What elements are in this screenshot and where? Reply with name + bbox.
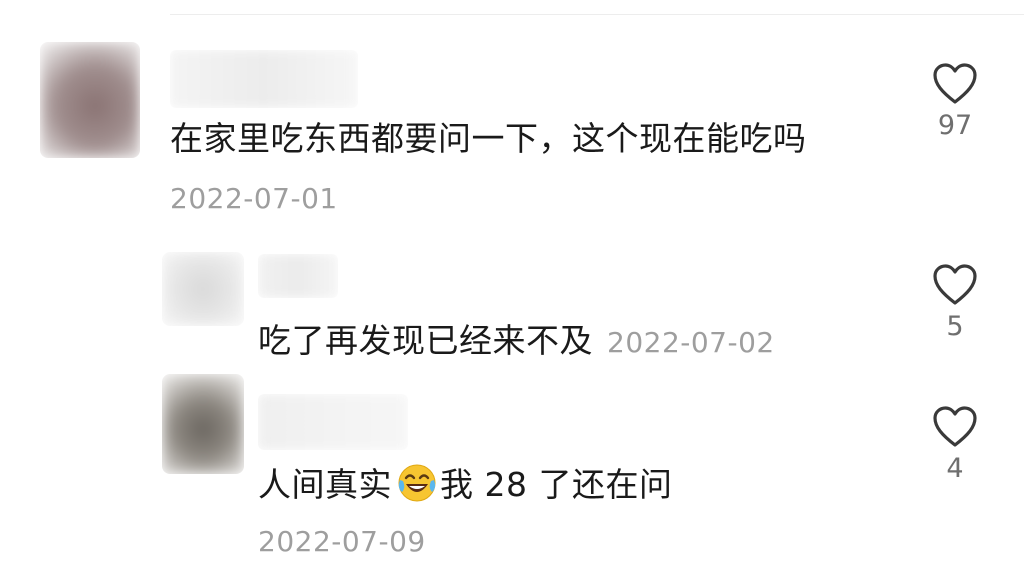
comment-date: 2022-07-01 [170,182,338,215]
comment-text-part: 我 28 了还在问 [440,465,673,504]
reply-text-row: 吃了再发现已经来不及 2022-07-02 [258,321,775,363]
username-blurred[interactable] [258,254,338,298]
like-count: 5 [946,311,964,342]
avatar[interactable] [162,252,244,326]
heart-icon[interactable] [932,62,978,106]
top-divider [170,14,1024,15]
like-button[interactable]: 5 [925,263,985,343]
comment-text: 吃了再发现已经来不及 [258,321,593,360]
like-button[interactable]: 97 [925,62,985,142]
like-count: 4 [946,453,964,484]
comment-text-part: 人间真实 [258,465,392,504]
like-button[interactable]: 4 [925,405,985,485]
username-blurred[interactable] [170,50,358,108]
avatar[interactable] [40,42,140,158]
comment-text: 在家里吃东西都要问一下，这个现在能吃吗 [170,119,807,158]
avatar[interactable] [162,374,244,474]
reply-text-row: 人间真实 我 28 了还在问 [258,462,672,505]
like-count: 97 [937,110,973,141]
comment-date: 2022-07-02 [607,326,775,359]
username-blurred[interactable] [258,394,408,450]
comment-date: 2022-07-09 [258,525,426,558]
heart-icon[interactable] [932,405,978,449]
heart-icon[interactable] [932,263,978,307]
face-with-tears-of-joy-icon [398,464,436,502]
